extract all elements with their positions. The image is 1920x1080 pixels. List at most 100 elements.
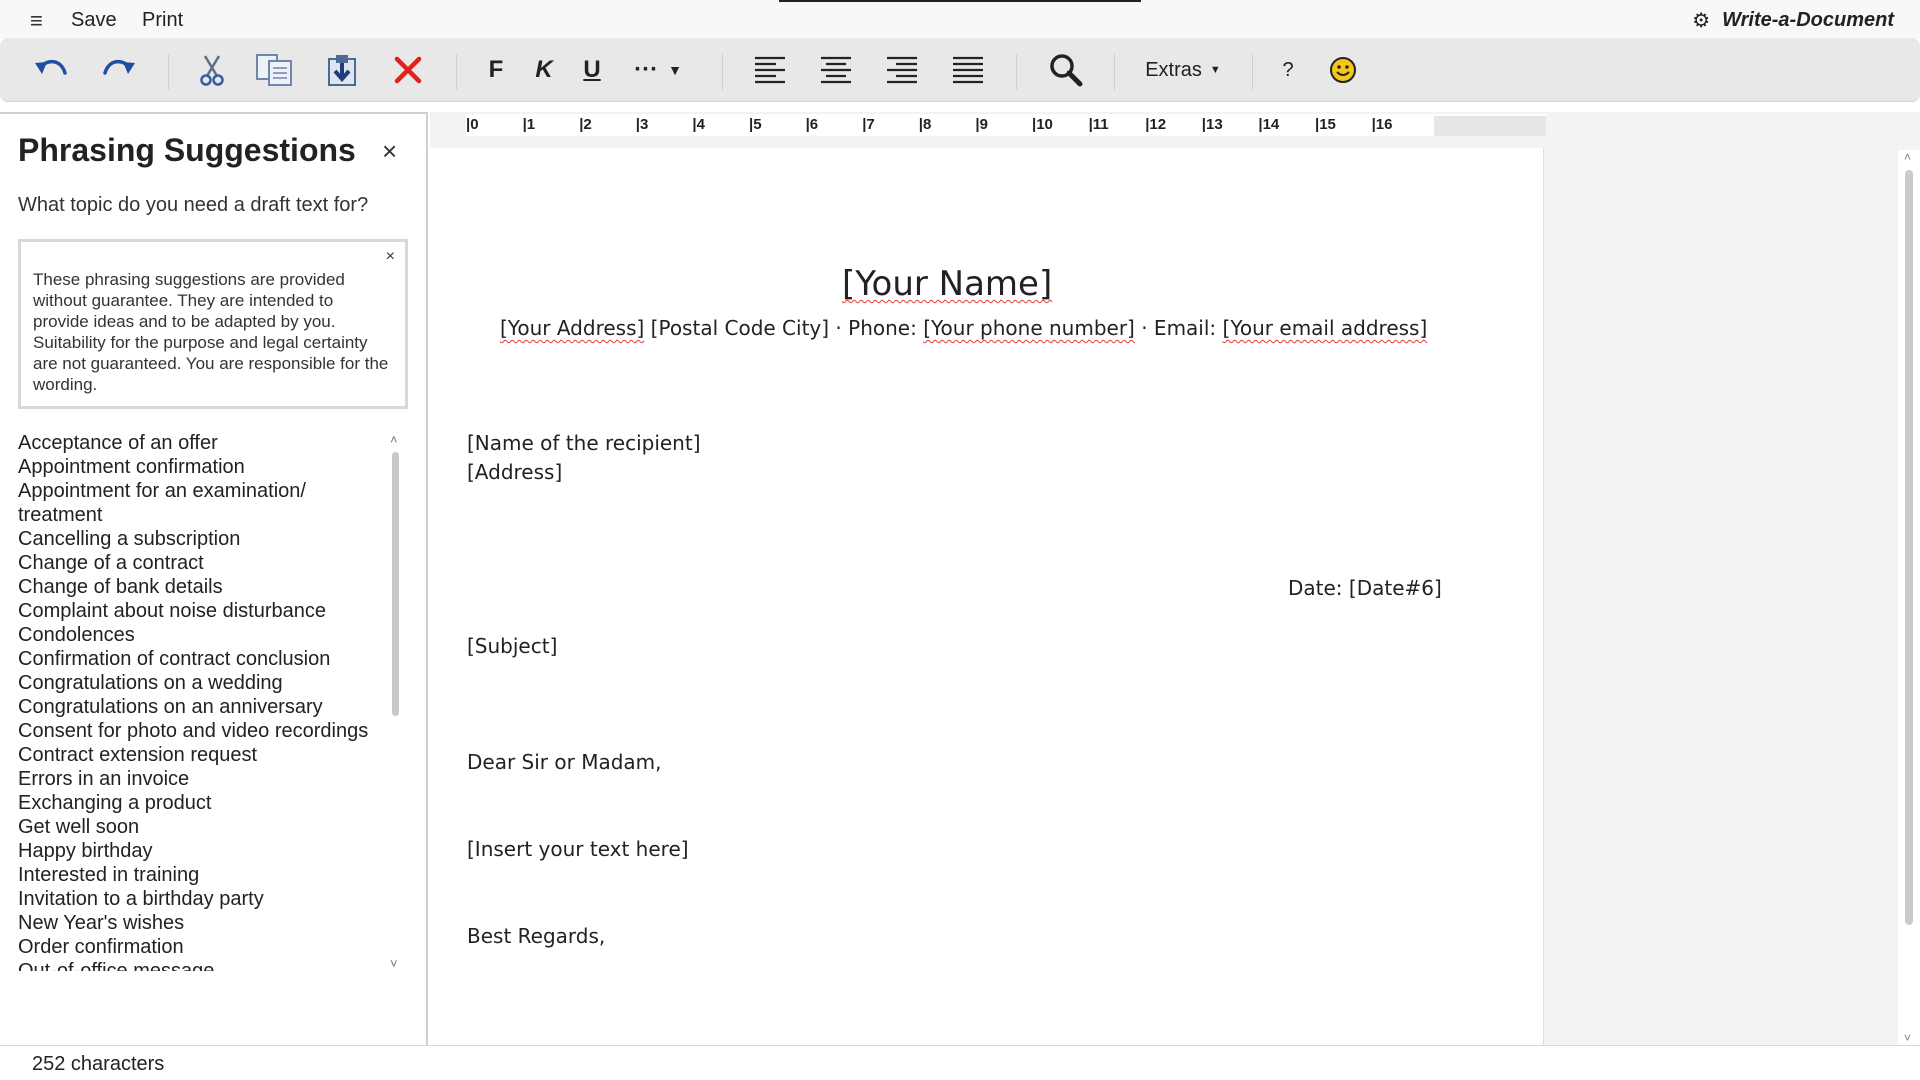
scroll-up-icon[interactable]: ˄ — [1904, 150, 1911, 164]
topic-item[interactable]: Change of a contract — [18, 551, 388, 575]
panel-close-icon[interactable]: × — [382, 136, 397, 167]
cut-button[interactable] — [196, 38, 228, 102]
recipient-address[interactable]: [Address] — [467, 460, 562, 484]
sender-address-line[interactable]: [Your Address] [Postal Code City] · Phon… — [500, 316, 1427, 340]
toolbar: F K U ··· ▼ Extras ▼ ? — [0, 38, 1920, 102]
topic-item[interactable]: Errors in an invoice — [18, 767, 388, 791]
emoji-icon — [1330, 57, 1356, 83]
ruler-tick: |7 — [862, 116, 875, 133]
app-brand[interactable]: ⚙ Write-a-Document — [1692, 8, 1894, 33]
letter-closing[interactable]: Best Regards, — [467, 924, 605, 948]
topic-item[interactable]: Cancelling a subscription — [18, 527, 388, 551]
underline-button[interactable]: U — [580, 38, 604, 102]
cut-icon — [200, 55, 224, 86]
italic-icon: K — [535, 56, 553, 83]
topic-item[interactable]: Appointment confirmation — [18, 455, 388, 479]
delete-button[interactable] — [390, 38, 426, 102]
undo-icon — [35, 59, 67, 75]
italic-button[interactable]: K — [532, 38, 556, 102]
copy-button[interactable] — [254, 38, 296, 102]
ruler-tick: |3 — [635, 116, 649, 133]
topic-item[interactable]: Complaint about noise disturbance — [18, 599, 388, 623]
emoji-button[interactable] — [1328, 38, 1358, 102]
redo-icon — [103, 59, 135, 75]
topic-item[interactable]: Confirmation of contract conclusion — [18, 647, 388, 671]
undo-button[interactable] — [30, 38, 72, 102]
underline-icon: U — [583, 56, 601, 83]
ruler-tick: |13 — [1201, 116, 1223, 133]
topic-item[interactable]: Order confirmation — [18, 935, 388, 959]
search-button[interactable] — [1048, 38, 1084, 102]
ruler-tick: |0 — [466, 116, 479, 133]
hamburger-menu-icon[interactable]: ≡ — [30, 8, 43, 34]
topic-item[interactable]: Out-of-office message — [18, 959, 388, 971]
email-label: · Email: — [1141, 316, 1217, 340]
character-count: 252 characters — [32, 1053, 165, 1075]
panel-question: What topic do you need a draft text for? — [18, 194, 369, 216]
align-right-button[interactable] — [886, 38, 918, 102]
sender-phone: [Your phone number] — [923, 316, 1135, 340]
topic-item[interactable]: Appointment for an examination/ treatmen… — [18, 479, 388, 527]
scroll-down-icon[interactable]: ˅ — [390, 956, 398, 971]
ruler-tick: |6 — [805, 116, 819, 133]
document-page[interactable]: [Your Name] [Your Address] [Postal Code … — [430, 148, 1544, 1045]
redo-button[interactable] — [98, 38, 140, 102]
topic-list: Acceptance of an offer Appointment confir… — [18, 431, 388, 971]
topic-item[interactable]: Congratulations on a wedding — [18, 671, 388, 695]
align-center-button[interactable] — [820, 38, 852, 102]
align-left-icon — [755, 56, 785, 84]
document-scrollbar-thumb[interactable] — [1905, 170, 1913, 925]
topic-item[interactable]: Acceptance of an offer — [18, 431, 388, 455]
scroll-down-icon[interactable]: ˅ — [1904, 1031, 1911, 1045]
ruler-tick: |10 — [1032, 116, 1053, 133]
status-bar: 252 characters — [0, 1045, 1920, 1080]
help-button[interactable]: ? — [1276, 38, 1300, 102]
chevron-down-icon: ▼ — [1209, 64, 1221, 76]
align-left-button[interactable] — [754, 38, 786, 102]
topic-item[interactable]: Exchanging a product — [18, 791, 388, 815]
document-scrollbar[interactable]: ˄ ˅ — [1898, 150, 1920, 1045]
ruler-tick: |15 — [1315, 116, 1336, 133]
align-justify-icon — [953, 56, 983, 84]
topic-item[interactable]: New Year's wishes — [18, 911, 388, 935]
phone-label: · Phone: — [835, 316, 917, 340]
disclaimer-close-icon[interactable]: × — [386, 248, 395, 266]
sender-name[interactable]: [Your Name] — [842, 264, 1052, 304]
letter-body[interactable]: [Insert your text here] — [467, 837, 689, 861]
panel-title: Phrasing Suggestions — [18, 132, 356, 168]
extras-dropdown[interactable]: Extras ▼ — [1140, 38, 1226, 102]
topic-item[interactable]: Invitation to a birthday party — [18, 887, 388, 911]
ruler: |0 |1 |2 |3 |4 |5 |6 |7 |8 |9 |10 |11 |12 |13 |14 |15 |1… — [466, 114, 1546, 136]
ruler-tick: |5 — [749, 116, 762, 133]
bold-button[interactable]: F — [484, 38, 508, 102]
more-formatting-button[interactable]: ··· ▼ — [628, 38, 688, 102]
scroll-up-icon[interactable]: ˄ — [390, 432, 398, 447]
align-center-icon — [821, 56, 851, 84]
ruler-tick: |12 — [1145, 116, 1167, 133]
topic-item[interactable]: Congratulations on an anniversary — [18, 695, 388, 719]
recipient-name[interactable]: [Name of the recipient] — [467, 431, 701, 455]
disclaimer-box: × These phrasing suggestions are provide… — [18, 239, 408, 409]
sender-name-text: [Your Name] — [842, 264, 1053, 304]
topic-item[interactable]: Consent for photo and video recordings — [18, 719, 388, 743]
topic-item[interactable]: Condolences — [18, 623, 388, 647]
gear-icon[interactable]: ⚙ — [1692, 8, 1710, 33]
topic-item[interactable]: Happy birthday — [18, 839, 388, 863]
sender-email: [Your email address] — [1222, 316, 1428, 340]
ruler-tick: |16 — [1371, 116, 1393, 133]
topic-item[interactable]: Contract extension request — [18, 743, 388, 767]
letter-salutation[interactable]: Dear Sir or Madam, — [467, 750, 662, 774]
topic-item[interactable]: Change of bank details — [18, 575, 388, 599]
print-menu-item[interactable]: Print — [142, 9, 183, 32]
paste-button[interactable] — [326, 38, 358, 102]
letter-date[interactable]: Date: [Date#6] — [1288, 576, 1442, 600]
align-justify-button[interactable] — [952, 38, 984, 102]
align-right-icon — [887, 56, 917, 84]
ruler-tick: |9 — [975, 116, 988, 133]
phrasing-suggestions-panel: Phrasing Suggestions × What topic do you… — [0, 112, 428, 1045]
topic-item[interactable]: Interested in training — [18, 863, 388, 887]
letter-subject[interactable]: [Subject] — [467, 634, 557, 658]
save-menu-item[interactable]: Save — [71, 9, 117, 32]
topic-item[interactable]: Get well soon — [18, 815, 388, 839]
topic-list-scrollbar[interactable] — [392, 452, 399, 716]
